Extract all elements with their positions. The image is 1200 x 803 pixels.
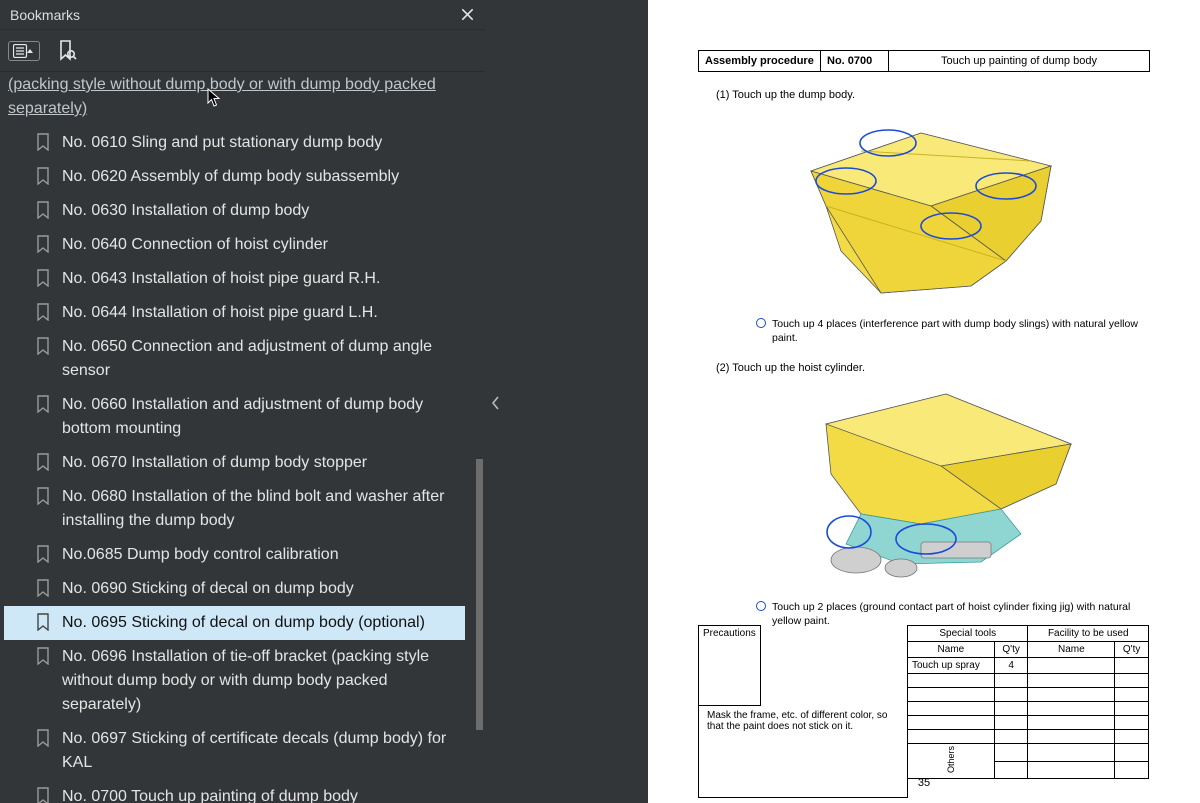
others-label: Others: [946, 746, 956, 773]
bookmark-icon: [34, 727, 52, 749]
bookmark-icon: [34, 785, 52, 803]
bookmark-icon: [34, 165, 52, 187]
tools-row: Touch up spray4: [908, 658, 1149, 674]
bookmark-item[interactable]: No. 0680 Installation of the blind bolt …: [4, 480, 465, 538]
bookmark-icon: [34, 543, 52, 565]
mouse-cursor-icon: [207, 88, 223, 108]
bookmark-icon: [34, 335, 52, 357]
bookmark-item[interactable]: No. 0643 Installation of hoist pipe guar…: [4, 262, 465, 296]
page-number: 35: [648, 777, 1200, 789]
bookmarks-toolbar: [0, 30, 485, 72]
special-tools-title: Special tools: [908, 626, 1028, 642]
figure-2: [771, 384, 1091, 594]
blue-circle-icon: [756, 318, 766, 328]
step1-note: Touch up 4 places (interference part wit…: [772, 317, 1146, 345]
bookmark-label: No. 0700 Touch up painting of dump body: [62, 785, 459, 803]
bookmark-item[interactable]: No. 0670 Installation of dump body stopp…: [4, 446, 465, 480]
bookmark-label: No. 0695 Sticking of decal on dump body …: [62, 611, 459, 635]
document-viewer[interactable]: Assembly procedure No. 0700 Touch up pai…: [648, 0, 1200, 803]
bookmark-item[interactable]: No.0685 Dump body control calibration: [4, 538, 465, 572]
tools-qty-h: Q'ty: [994, 642, 1028, 658]
bookmark-item[interactable]: No. 0610 Sling and put stationary dump b…: [4, 126, 465, 160]
precautions-text: Mask the frame, etc. of different color,…: [703, 708, 903, 734]
bookmark-label: No. 0670 Installation of dump body stopp…: [62, 451, 459, 475]
doc-header-col2: No. 0700: [821, 51, 889, 72]
bookmark-item[interactable]: No. 0695 Sticking of decal on dump body …: [4, 606, 465, 640]
bookmark-label: No. 0640 Connection of hoist cylinder: [62, 233, 459, 257]
options-icon[interactable]: [8, 41, 40, 61]
bookmark-label: No.0685 Dump body control calibration: [62, 543, 459, 567]
bookmark-item[interactable]: No. 0660 Installation and adjustment of …: [4, 388, 465, 446]
tools-row: [908, 702, 1149, 716]
bookmark-label: No. 0610 Sling and put stationary dump b…: [62, 131, 459, 155]
tools-name-h: Name: [908, 642, 995, 658]
step1-title: (1) Touch up the dump body.: [716, 88, 1146, 103]
bookmark-item[interactable]: No. 0640 Connection of hoist cylinder: [4, 228, 465, 262]
bookmark-item[interactable]: No. 0700 Touch up painting of dump body: [4, 780, 465, 803]
bookmark-icon: [34, 645, 52, 667]
bookmarks-scroll-area: (packing style without dump body or with…: [0, 72, 485, 803]
bookmark-icon: [34, 485, 52, 507]
figure-1: [771, 111, 1091, 311]
scrollbar-thumb[interactable]: [476, 459, 483, 729]
bookmark-icon: [34, 577, 52, 599]
bookmark-icon: [34, 233, 52, 255]
bookmarks-header: Bookmarks: [0, 0, 485, 30]
bookmark-icon: [34, 301, 52, 323]
bookmark-label: No. 0696 Installation of tie-off bracket…: [62, 645, 459, 717]
bookmark-item[interactable]: No. 0696 Installation of tie-off bracket…: [4, 640, 465, 722]
bookmark-icon: [34, 451, 52, 473]
tools-row: [908, 688, 1149, 702]
step2-title: (2) Touch up the hoist cylinder.: [716, 361, 1146, 376]
collapse-handle-icon[interactable]: [490, 392, 502, 414]
bookmark-item[interactable]: No. 0630 Installation of dump body: [4, 194, 465, 228]
bookmark-label: No. 0643 Installation of hoist pipe guar…: [62, 267, 459, 291]
bookmark-label: No. 0644 Installation of hoist pipe guar…: [62, 301, 459, 325]
precautions-table: Precautions Mask the frame, etc. of diff…: [698, 625, 908, 798]
blue-circle-icon: [756, 601, 766, 611]
facility-title: Facility to be used: [1028, 626, 1149, 642]
lower-tables: Precautions Mask the frame, etc. of diff…: [698, 625, 1150, 798]
facility-qty-h: Q'ty: [1115, 642, 1149, 658]
bookmark-label: No. 0660 Installation and adjustment of …: [62, 393, 459, 441]
close-icon[interactable]: [459, 7, 475, 23]
bookmark-icon: [34, 199, 52, 221]
tools-row: [908, 716, 1149, 730]
doc-header-col1: Assembly procedure: [699, 51, 821, 72]
bookmark-item[interactable]: No. 0650 Connection and adjustment of du…: [4, 330, 465, 388]
step1-note-row: Touch up 4 places (interference part wit…: [756, 317, 1146, 345]
bookmark-label: No. 0690 Sticking of decal on dump body: [62, 577, 459, 601]
bookmark-label: No. 0650 Connection and adjustment of du…: [62, 335, 459, 383]
bookmarks-scrollbar[interactable]: [475, 72, 483, 803]
tools-facility-table: Special tools Facility to be used Name Q…: [907, 625, 1149, 779]
bookmarks-list: (packing style without dump body or with…: [0, 72, 473, 803]
document-page: Assembly procedure No. 0700 Touch up pai…: [648, 0, 1200, 803]
bookmark-icon: [34, 267, 52, 289]
bookmark-icon: [34, 131, 52, 153]
bookmark-item[interactable]: No. 0620 Assembly of dump body subassemb…: [4, 160, 465, 194]
bookmark-label: No. 0680 Installation of the blind bolt …: [62, 485, 459, 533]
bookmark-icon: [34, 393, 52, 415]
doc-body: (1) Touch up the dump body.: [716, 84, 1146, 634]
bookmark-item[interactable]: No. 0690 Sticking of decal on dump body: [4, 572, 465, 606]
precautions-label: Precautions: [699, 626, 761, 706]
bookmarks-title: Bookmarks: [10, 7, 459, 23]
tools-row: [908, 730, 1149, 744]
doc-header-table: Assembly procedure No. 0700 Touch up pai…: [698, 50, 1150, 72]
bookmark-label: (packing style without dump body or with…: [8, 73, 459, 121]
bookmarks-panel: Bookmarks (packing style without dump bo…: [0, 0, 485, 803]
bookmark-item[interactable]: (packing style without dump body or with…: [4, 72, 465, 126]
bookmark-label: No. 0620 Assembly of dump body subassemb…: [62, 165, 459, 189]
bookmark-label: No. 0697 Sticking of certificate decals …: [62, 727, 459, 775]
bookmark-item[interactable]: No. 0644 Installation of hoist pipe guar…: [4, 296, 465, 330]
bookmark-label: No. 0630 Installation of dump body: [62, 199, 459, 223]
facility-name-h: Name: [1028, 642, 1115, 658]
panel-divider: [485, 0, 648, 803]
find-bookmark-icon[interactable]: [54, 38, 80, 64]
tools-row: [908, 674, 1149, 688]
bookmark-item[interactable]: No. 0697 Sticking of certificate decals …: [4, 722, 465, 780]
doc-header-col3: Touch up painting of dump body: [889, 51, 1150, 72]
bookmark-icon: [34, 611, 52, 633]
